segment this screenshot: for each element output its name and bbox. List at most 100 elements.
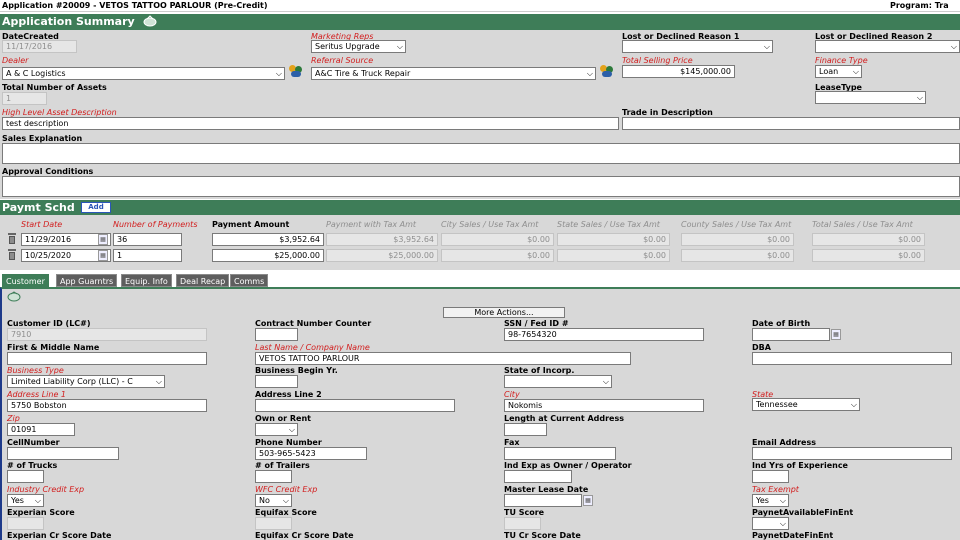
- county-tax-field: $0.00: [681, 249, 794, 262]
- calendar-icon[interactable]: ▦: [98, 250, 108, 261]
- trucks-field[interactable]: [7, 470, 44, 483]
- delete-row-icon[interactable]: [8, 249, 16, 260]
- state-tax-field: $0.00: [557, 233, 670, 246]
- chevron-down-icon: ⌵: [850, 400, 857, 409]
- chevron-down-icon: ⌵: [275, 69, 282, 78]
- state-value: Tennessee: [756, 400, 798, 409]
- master-lease-field[interactable]: [504, 494, 582, 507]
- tab-deal-recap[interactable]: Deal Recap: [176, 274, 230, 287]
- finance-type-select[interactable]: Loan ⌵: [815, 65, 862, 78]
- industry-credit-value: Yes: [11, 496, 24, 505]
- city-field[interactable]: Nokomis: [504, 399, 704, 412]
- dba-field[interactable]: [752, 352, 952, 365]
- referral-source-select[interactable]: A&C Tire & Truck Repair ⌵: [311, 67, 596, 80]
- payment-schedule-header: Paymt Schd Add: [0, 200, 960, 215]
- address2-field[interactable]: [255, 399, 455, 412]
- city-tax-field: $0.00: [441, 233, 554, 246]
- own-rent-select[interactable]: ⌵: [255, 423, 298, 436]
- business-type-value: Limited Liability Corp (LLC) - C: [11, 377, 133, 386]
- equifax-field: [255, 517, 292, 530]
- tu-date-label: TU Cr Score Date: [504, 531, 581, 540]
- zip-field[interactable]: 01091: [7, 423, 75, 436]
- tax-exempt-select[interactable]: Yes ⌵: [752, 494, 789, 507]
- wfc-credit-select[interactable]: No ⌵: [255, 494, 292, 507]
- email-field[interactable]: [752, 447, 952, 460]
- wfc-credit-value: No: [259, 496, 270, 505]
- lost-reason-2-select[interactable]: ⌵: [815, 40, 960, 53]
- delete-row-icon[interactable]: [8, 233, 16, 244]
- payment-amount-field[interactable]: $3,952.64: [212, 233, 324, 246]
- fax-field[interactable]: [504, 447, 616, 460]
- calendar-icon[interactable]: ▦: [831, 329, 841, 340]
- refresh-icon[interactable]: [7, 291, 21, 302]
- business-begin-field[interactable]: [255, 375, 298, 388]
- more-actions-button[interactable]: More Actions...: [443, 307, 565, 318]
- tab-customer[interactable]: Customer: [2, 274, 49, 287]
- total-tax-field: $0.00: [812, 233, 925, 246]
- col-payment-amount: Payment Amount: [212, 220, 290, 229]
- chevron-down-icon: ⌵: [282, 496, 289, 505]
- marketing-reps-select[interactable]: Seritus Upgrade ⌵: [311, 40, 406, 53]
- ind-exp-owner-field[interactable]: [504, 470, 572, 483]
- trailers-field[interactable]: [255, 470, 292, 483]
- chevron-down-icon: ⌵: [288, 425, 295, 434]
- business-type-select[interactable]: Limited Liability Corp (LLC) - C ⌵: [7, 375, 165, 388]
- approval-conditions-field[interactable]: [2, 176, 960, 197]
- paynet-avail-select[interactable]: ⌵: [752, 517, 789, 530]
- phone-field[interactable]: 503-965-5423: [255, 447, 367, 460]
- sales-explanation-field[interactable]: [2, 143, 960, 164]
- first-middle-field[interactable]: [7, 352, 207, 365]
- dealer-value: A & C Logistics: [6, 69, 66, 78]
- finance-type-value: Loan: [819, 67, 839, 76]
- add-payment-button[interactable]: Add: [81, 202, 111, 213]
- dob-field[interactable]: [752, 328, 830, 341]
- chevron-down-icon: ⌵: [852, 67, 859, 76]
- app-summary-header: Application Summary: [0, 14, 960, 30]
- number-payments-field[interactable]: 1: [113, 249, 182, 262]
- referral-source-label: Referral Source: [311, 56, 374, 65]
- calendar-icon[interactable]: ▦: [98, 234, 108, 245]
- lost-reason-1-select[interactable]: ⌵: [622, 40, 773, 53]
- customer-id-field: 7910: [7, 328, 207, 341]
- experian-date-label: Experian Cr Score Date: [7, 531, 112, 540]
- top-bar: Application #20009 - VETOS TATTOO PARLOU…: [0, 0, 960, 12]
- address1-field[interactable]: 5750 Bobston: [7, 399, 207, 412]
- tu-field: [504, 517, 541, 530]
- program-label: Program: Tra: [890, 1, 949, 10]
- total-selling-price-field[interactable]: $145,000.00: [622, 65, 735, 78]
- state-incorp-select[interactable]: ⌵: [504, 375, 612, 388]
- ssn-field[interactable]: 98-7654320: [504, 328, 704, 341]
- marketing-reps-value: Seritus Upgrade: [315, 42, 380, 51]
- contract-counter-field[interactable]: [255, 328, 298, 341]
- lease-type-select[interactable]: ⌵: [815, 91, 926, 104]
- ind-yrs-exp-field[interactable]: [752, 470, 789, 483]
- calendar-icon[interactable]: ▦: [583, 495, 593, 506]
- last-name-field[interactable]: VETOS TATTOO PARLOUR: [255, 352, 631, 365]
- chevron-down-icon: ⌵: [155, 377, 162, 386]
- paynet-date-label: PaynetDateFinEnt: [752, 531, 834, 540]
- high-level-desc-field[interactable]: test description: [2, 117, 619, 130]
- refresh-icon[interactable]: [143, 15, 157, 27]
- dealer-select[interactable]: A & C Logistics ⌵: [2, 67, 285, 80]
- chevron-down-icon: ⌵: [950, 42, 957, 51]
- referral-lookup-icon[interactable]: [600, 65, 614, 77]
- chevron-down-icon: ⌵: [763, 42, 770, 51]
- length-at-address-field[interactable]: [504, 423, 547, 436]
- tab-equip-info[interactable]: Equip. Info: [121, 274, 172, 287]
- chevron-down-icon: ⌵: [779, 496, 786, 505]
- tab-app-guarantors[interactable]: App Guarntrs: [56, 274, 118, 287]
- dealer-lookup-icon[interactable]: [289, 65, 303, 77]
- state-select[interactable]: Tennessee ⌵: [752, 398, 860, 411]
- county-tax-field: $0.00: [681, 233, 794, 246]
- state-tax-field: $0.00: [557, 249, 670, 262]
- tab-comms[interactable]: Comms: [230, 274, 269, 287]
- number-payments-field[interactable]: 36: [113, 233, 182, 246]
- window-title: Application #20009 - VETOS TATTOO PARLOU…: [2, 1, 268, 10]
- cell-field[interactable]: [7, 447, 119, 460]
- col-state-tax: State Sales / Use Tax Amt: [557, 220, 660, 229]
- industry-credit-select[interactable]: Yes ⌵: [7, 494, 44, 507]
- trade-in-desc-field[interactable]: [622, 117, 960, 130]
- payment-amount-field[interactable]: $25,000.00: [212, 249, 324, 262]
- referral-source-value: A&C Tire & Truck Repair: [315, 69, 411, 78]
- col-county-tax: County Sales / Use Tax Amt: [681, 220, 792, 229]
